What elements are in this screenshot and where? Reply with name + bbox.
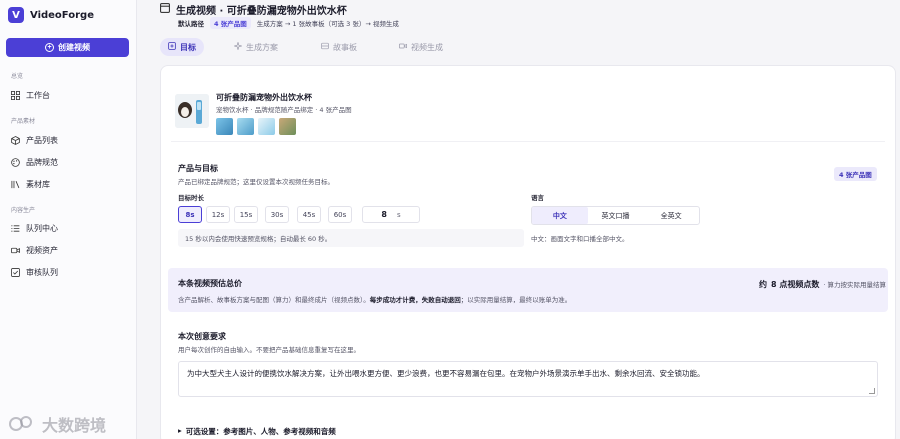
grid-icon — [11, 90, 20, 100]
sidebar-item-label: 审核队列 — [26, 267, 58, 277]
route-steps: 生成方案 → 1 张故事板（可选 3 张）→ 视频生成 — [256, 20, 399, 28]
creative-requirement-textarea[interactable]: 为中大型犬主人设计的便携饮水解决方案，让外出喂水更方便、更少浪费，也更不容易漏在… — [178, 361, 878, 397]
create-video-button[interactable]: + 创建视频 — [6, 38, 129, 57]
sidebar-item-label: 队列中心 — [26, 223, 58, 233]
duration-option-8s[interactable]: 8s — [178, 206, 202, 223]
sidebar-item-label: 视频资产 — [26, 245, 58, 255]
price-suffix: · 算力按实际用量结算 — [823, 281, 886, 289]
storyboard-icon — [321, 42, 329, 52]
list-icon — [11, 224, 20, 233]
tab-label: 目标 — [180, 42, 196, 52]
goal-title: 产品与目标 — [178, 164, 218, 173]
route-label: 默认路径 — [178, 20, 204, 28]
price-desc-post: ；以实际用量结算，最终以账单为准。 — [460, 296, 572, 304]
language-option-full-english[interactable]: 全英文 — [643, 207, 699, 224]
thumbnail[interactable] — [279, 118, 296, 135]
sidebar-item-brand[interactable]: 品牌规范 — [11, 155, 58, 169]
video-icon — [11, 246, 20, 255]
tab-plan[interactable]: 生成方案 — [226, 38, 286, 56]
custom-duration-input[interactable]: 8 s — [362, 206, 420, 223]
tab-goal[interactable]: 目标 — [160, 38, 204, 56]
optional-settings-label: 可选设置：参考图片、人物、参考视频和音频 — [185, 427, 336, 436]
watermark-text: 大数跨境 — [42, 416, 107, 435]
check-square-icon — [11, 267, 20, 277]
thumbnail[interactable] — [216, 118, 233, 135]
sidebar-item-label: 素材库 — [26, 179, 50, 189]
nav-section-product: 产品素材 — [11, 118, 36, 125]
tab-label: 故事板 — [333, 42, 357, 52]
duration-label: 目标时长 — [178, 194, 204, 202]
brand-name: VideoForge — [30, 9, 94, 21]
product-title: 可折叠防漏宠物外出饮水杯 — [216, 93, 312, 102]
window-icon — [160, 3, 170, 16]
thumbnail[interactable] — [237, 118, 254, 135]
library-icon — [11, 180, 20, 189]
page-title: 生成视频 · 可折叠防漏宠物外出饮水杯 — [160, 2, 347, 17]
duration-option-15s[interactable]: 15s — [234, 206, 258, 223]
requirement-desc: 用户每次创作的自由输入。不要把产品基础信息重复写在这里。 — [178, 346, 360, 354]
goal-desc: 产品已绑定品牌规范；这里仅设置本次视频任务目标。 — [178, 178, 334, 186]
image-count-badge: 4 张产品图 — [834, 167, 877, 181]
video-icon — [399, 42, 407, 52]
price-desc: 含产品解析、故事板方案与配图（算力）和最终成片（视频点数）。每步成功才计费，失败… — [178, 294, 571, 304]
language-label: 语言 — [531, 194, 544, 202]
tab-storyboard[interactable]: 故事板 — [313, 38, 365, 56]
price-number: 8 点视频点数 — [771, 280, 820, 289]
language-note: 中文：画面文字和口播全部中文。 — [531, 235, 629, 243]
price-desc-pre: 含产品解析、故事板方案与配图（算力）和最终成片（视频点数）。 — [178, 296, 370, 304]
route-chip: 4 张产品图 — [210, 17, 251, 29]
duration-option-30s[interactable]: 30s — [265, 206, 289, 223]
nav-section-production: 内容生产 — [11, 207, 36, 214]
sidebar: V VideoForge + 创建视频 总览 工作台 产品素材 产品列表 品牌规… — [0, 0, 137, 439]
brand[interactable]: V VideoForge — [8, 7, 94, 23]
palette-icon — [11, 157, 20, 167]
duration-hint: 15 秒以内会使用快速预览规格；自动最长 60 秒。 — [178, 229, 524, 247]
sidebar-item-queue[interactable]: 队列中心 — [11, 221, 58, 235]
requirement-title: 本次创意要求 — [178, 332, 226, 341]
resize-handle-icon[interactable] — [869, 388, 875, 394]
sparkle-icon — [233, 41, 243, 52]
duration-option-60s[interactable]: 60s — [328, 206, 352, 223]
sidebar-item-label: 工作台 — [26, 90, 50, 100]
brand-logo-icon: V — [8, 7, 24, 23]
language-option-chinese[interactable]: 中文 — [532, 207, 588, 224]
requirement-value: 为中大型犬主人设计的便携饮水解决方案，让外出喂水更方便、更少浪费，也更不容易漏在… — [187, 369, 705, 378]
route-info: 默认路径 4 张产品图 生成方案 → 1 张故事板（可选 3 张）→ 视频生成 — [178, 17, 399, 29]
plus-circle-icon: + — [45, 43, 54, 52]
tab-video[interactable]: 视频生成 — [391, 38, 451, 56]
nav-section-overview: 总览 — [11, 73, 24, 80]
sidebar-item-library[interactable]: 素材库 — [11, 177, 50, 191]
product-image[interactable] — [175, 94, 209, 128]
product-subtitle: 宠物饮水杯 · 品牌规范随产品绑定 · 4 张产品图 — [216, 106, 352, 114]
target-icon — [168, 42, 176, 52]
sidebar-item-label: 产品列表 — [26, 135, 58, 145]
tab-label: 生成方案 — [246, 42, 278, 52]
price-estimate-panel — [168, 268, 888, 312]
optional-settings-toggle[interactable]: ▸ 可选设置：参考图片、人物、参考视频和音频 — [178, 426, 336, 437]
page-title-text: 生成视频 · 可折叠防漏宠物外出饮水杯 — [176, 6, 347, 17]
duration-option-45s[interactable]: 45s — [297, 206, 321, 223]
duration-option-12s[interactable]: 12s — [206, 206, 230, 223]
price-value: 约 8 点视频点数 · 算力按实际用量结算 — [759, 279, 886, 290]
custom-duration-unit: s — [396, 210, 401, 219]
language-option-english-voice[interactable]: 英文口播 — [588, 207, 644, 224]
thumbnail[interactable] — [258, 118, 275, 135]
price-prefix: 约 — [759, 280, 767, 289]
box-icon — [11, 135, 20, 145]
watermark-logo-icon — [9, 416, 32, 431]
language-selector: 中文 英文口播 全英文 — [531, 206, 700, 225]
price-desc-bold: 每步成功才计费，失败自动退回 — [369, 296, 461, 304]
sidebar-item-workbench[interactable]: 工作台 — [11, 88, 50, 102]
sidebar-item-review[interactable]: 审核队列 — [11, 265, 58, 279]
create-video-label: 创建视频 — [58, 43, 90, 52]
price-title: 本条视频预估总价 — [178, 279, 242, 288]
sidebar-item-products[interactable]: 产品列表 — [11, 133, 58, 147]
watermark: 大数跨境 — [8, 412, 106, 436]
custom-duration-value: 8 — [381, 210, 387, 219]
sidebar-item-assets[interactable]: 视频资产 — [11, 243, 58, 257]
sidebar-item-label: 品牌规范 — [26, 157, 58, 167]
product-thumbnails — [216, 118, 296, 135]
tab-label: 视频生成 — [411, 42, 443, 52]
caret-right-icon: ▸ — [178, 426, 182, 435]
